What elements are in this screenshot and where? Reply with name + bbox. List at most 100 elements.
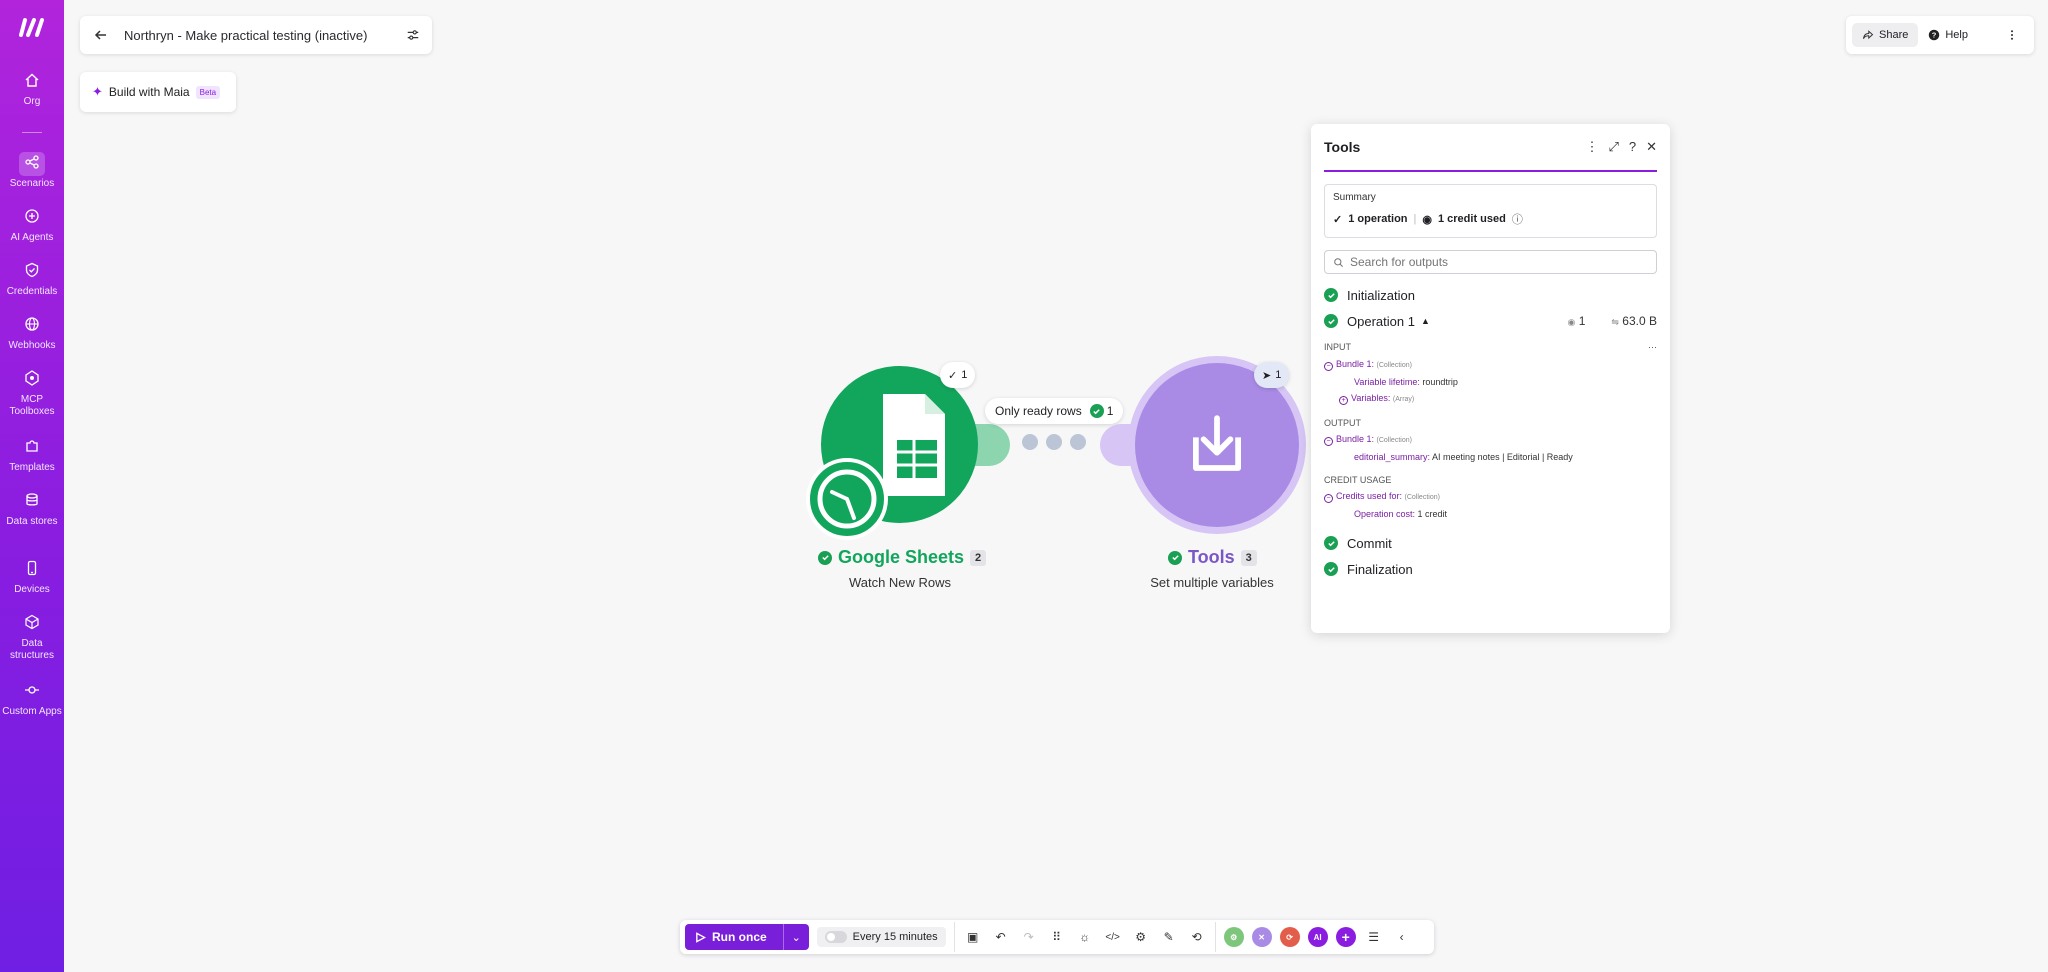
credits-used-row[interactable]: − Credits used for: (Collection) <box>1324 488 1657 506</box>
lightbulb-icon[interactable]: ☼ <box>1075 927 1095 947</box>
puzzle-icon <box>26 440 38 452</box>
summary-credits: 1 credit used <box>1437 213 1506 225</box>
sidebar-divider <box>22 132 42 133</box>
back-arrow-icon[interactable] <box>92 27 110 43</box>
info-icon[interactable]: ⓘ <box>1512 211 1523 227</box>
summary-box: Summary ✓ 1 operation | ◉ 1 credit used … <box>1324 184 1657 238</box>
search-input[interactable] <box>1350 255 1648 269</box>
step-initialization[interactable]: Initialization <box>1324 282 1657 308</box>
top-right-actions: Share ? Help <box>1846 16 2034 54</box>
build-with-maia-button[interactable]: ✦ Build with Maia Beta <box>80 72 236 112</box>
credit-icon: ◉ <box>1422 213 1432 226</box>
sidebar-item-ai-agents[interactable]: AI Agents <box>0 206 64 244</box>
clock-icon <box>817 469 877 529</box>
app-gear-icon[interactable]: ⚙ <box>1223 927 1244 947</box>
toolbar-divider <box>1214 922 1216 952</box>
tools-node-number: 3 <box>1240 549 1257 566</box>
play-icon <box>696 931 706 943</box>
collapse-chevron-left-icon[interactable]: ‹ <box>1392 927 1412 947</box>
panel-kebab-icon[interactable]: ⋮ <box>1585 139 1598 155</box>
success-check-icon <box>1324 536 1338 550</box>
help-button[interactable]: ? Help <box>1918 23 1978 47</box>
toolbar-divider <box>953 922 955 952</box>
share-nodes-icon <box>25 155 39 169</box>
schedule-control[interactable]: Every 15 minutes <box>816 927 946 947</box>
sidebar-item-scenarios[interactable]: Scenarios <box>0 152 64 190</box>
schedule-label: Every 15 minutes <box>852 931 938 943</box>
sidebar-item-label: Custom Apps <box>2 706 62 717</box>
edit-note-icon[interactable]: ✎ <box>1159 927 1179 947</box>
filter-count: 1 <box>1106 404 1114 418</box>
redo-icon[interactable]: ↷ <box>1019 927 1039 947</box>
success-check-icon <box>1324 562 1338 576</box>
app-tools-icon[interactable]: ✕ <box>1251 927 1272 947</box>
schedule-toggle[interactable] <box>824 931 847 943</box>
output-bundle-row[interactable]: − Bundle 1: (Collection) <box>1324 431 1657 449</box>
more-menu-button[interactable] <box>1996 23 2028 47</box>
step-finalization[interactable]: Finalization <box>1324 556 1657 582</box>
settings-sliders-icon[interactable] <box>406 28 420 42</box>
maia-label: Build with Maia <box>108 85 190 99</box>
step-operation-1[interactable]: Operation 1 ▲ ◉ 1 ⇋ 63.0 B <box>1324 308 1657 334</box>
sidebar-item-label: Devices <box>14 584 50 595</box>
sidebar-item-data-stores[interactable]: Data stores <box>0 490 64 528</box>
close-icon[interactable]: ✕ <box>1646 139 1657 155</box>
collapse-caret-icon[interactable]: ▲ <box>1421 316 1430 326</box>
success-check-icon <box>1324 288 1338 302</box>
input-tree: − Bundle 1: (Collection) Variable lifetim… <box>1324 356 1657 408</box>
panel-header: Tools ⋮ ⤢ ? ✕ <box>1324 124 1657 172</box>
undo-icon[interactable]: ↶ <box>991 927 1011 947</box>
sidebar-item-mcp-toolboxes[interactable]: MCP Toolboxes <box>0 368 64 418</box>
sidebar-item-templates[interactable]: Templates <box>0 436 64 474</box>
schedule-clock-badge[interactable] <box>806 458 888 540</box>
credit-usage-title: CREDIT USAGE <box>1324 475 1392 485</box>
explain-flow-icon[interactable]: ☰ <box>1364 927 1384 947</box>
sidebar-item-webhooks[interactable]: Webhooks <box>0 314 64 352</box>
app-ai-icon[interactable]: AI <box>1307 927 1328 947</box>
shield-icon <box>25 262 39 278</box>
route-connector[interactable] <box>1022 434 1086 450</box>
input-more-icon[interactable]: ⋯ <box>1648 342 1657 353</box>
scenario-title[interactable]: Northryn - Make practical testing (inact… <box>124 28 406 43</box>
expand-plus-icon: + <box>1339 396 1348 405</box>
sidebar-item-devices[interactable]: Devices <box>0 558 64 596</box>
make-logo-icon[interactable] <box>18 16 46 38</box>
help-icon[interactable]: ? <box>1629 139 1636 155</box>
gear-icon[interactable]: ⚙ <box>1131 927 1151 947</box>
sheets-operations-bubble[interactable]: ✓ 1 <box>940 362 976 388</box>
credit-icon: ◉ <box>1567 317 1576 327</box>
add-module-icon[interactable]: + <box>1335 927 1356 947</box>
app-flow-icon[interactable]: ⟳ <box>1279 927 1300 947</box>
sidebar-item-label: MCP Toolboxes <box>9 394 55 417</box>
sidebar-item-custom-apps[interactable]: Custom Apps <box>0 680 64 718</box>
step-commit[interactable]: Commit <box>1324 530 1657 556</box>
variables-row[interactable]: + Variables: (Array) <box>1324 390 1657 408</box>
filter-label[interactable]: Only ready rows 1 <box>985 398 1124 424</box>
save-icon[interactable]: ▣ <box>963 927 983 947</box>
sidebar-item-label: Credentials <box>6 286 58 297</box>
code-icon[interactable]: </> <box>1103 927 1123 947</box>
summary-operations: 1 operation <box>1348 213 1408 225</box>
expand-icon[interactable]: ⤢ <box>1608 139 1618 155</box>
run-once-button[interactable]: Run once ⌄ <box>685 924 809 950</box>
home-icon <box>25 73 39 87</box>
input-bundle-row[interactable]: − Bundle 1: (Collection) <box>1324 356 1657 374</box>
run-label: Run once <box>712 930 767 944</box>
sidebar-item-credentials[interactable]: Credentials <box>0 260 64 298</box>
sidebar-item-data-structures[interactable]: Data structures <box>0 612 64 662</box>
tools-operations-bubble[interactable]: ➤ 1 <box>1254 362 1290 388</box>
sidebar-item-org[interactable]: Org <box>0 70 64 108</box>
sidebar-item-label: Org <box>23 96 41 107</box>
sidebar-item-label: Data stores <box>6 516 58 527</box>
share-button[interactable]: Share <box>1852 23 1919 47</box>
panel-title: Tools <box>1324 139 1361 155</box>
success-check-icon <box>1324 314 1338 328</box>
grid-icon[interactable]: ⠿ <box>1047 927 1067 947</box>
step-label: Commit <box>1347 535 1392 551</box>
run-options-chevron-icon[interactable]: ⌄ <box>782 924 809 950</box>
phone-icon <box>27 560 37 576</box>
help-label: Help <box>1945 29 1968 41</box>
history-icon[interactable]: ⟲ <box>1187 927 1207 947</box>
mcp-icon <box>25 370 39 386</box>
search-icon <box>1334 257 1343 267</box>
